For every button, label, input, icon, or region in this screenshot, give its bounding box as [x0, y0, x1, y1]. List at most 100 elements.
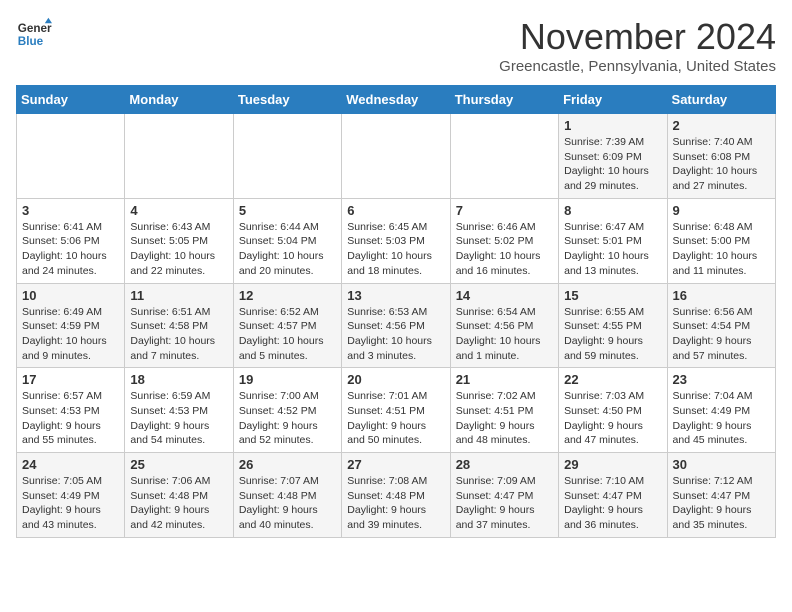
calendar-cell: 5 Sunrise: 6:44 AMSunset: 5:04 PMDaylight…: [233, 198, 341, 283]
calendar-cell: 3 Sunrise: 6:41 AMSunset: 5:06 PMDaylight…: [17, 198, 125, 283]
calendar-cell: 10 Sunrise: 6:49 AMSunset: 4:59 PMDayligh…: [17, 283, 125, 368]
day-number: 1: [564, 118, 661, 133]
day-info: Sunrise: 7:12 AMSunset: 4:47 PMDaylight:…: [673, 474, 770, 533]
day-number: 9: [673, 203, 770, 218]
day-info: Sunrise: 6:43 AMSunset: 5:05 PMDaylight:…: [130, 220, 227, 279]
title-block: November 2024 Greencastle, Pennsylvania,…: [499, 16, 776, 75]
day-info: Sunrise: 7:03 AMSunset: 4:50 PMDaylight:…: [564, 389, 661, 448]
day-info: Sunrise: 7:08 AMSunset: 4:48 PMDaylight:…: [347, 474, 444, 533]
day-info: Sunrise: 7:10 AMSunset: 4:47 PMDaylight:…: [564, 474, 661, 533]
day-info: Sunrise: 6:54 AMSunset: 4:56 PMDaylight:…: [456, 305, 553, 364]
day-info: Sunrise: 7:07 AMSunset: 4:48 PMDaylight:…: [239, 474, 336, 533]
calendar-cell: 12 Sunrise: 6:52 AMSunset: 4:57 PMDayligh…: [233, 283, 341, 368]
day-info: Sunrise: 7:39 AMSunset: 6:09 PMDaylight:…: [564, 135, 661, 194]
day-number: 20: [347, 372, 444, 387]
day-info: Sunrise: 7:05 AMSunset: 4:49 PMDaylight:…: [22, 474, 119, 533]
calendar-cell: 22 Sunrise: 7:03 AMSunset: 4:50 PMDayligh…: [559, 368, 667, 453]
day-number: 30: [673, 457, 770, 472]
page-header: General Blue General Blue November 2024 …: [16, 16, 776, 75]
day-info: Sunrise: 6:45 AMSunset: 5:03 PMDaylight:…: [347, 220, 444, 279]
day-info: Sunrise: 6:41 AMSunset: 5:06 PMDaylight:…: [22, 220, 119, 279]
calendar-cell: 19Sunrise: 7:00 AMSunset: 4:52 PMDayligh…: [233, 368, 341, 453]
logo: General Blue General Blue: [16, 16, 52, 52]
weekday-header: Sunday: [17, 86, 125, 114]
day-number: 28: [456, 457, 553, 472]
day-number: 10: [22, 288, 119, 303]
day-number: 21: [456, 372, 553, 387]
calendar-cell: [125, 114, 233, 199]
calendar-cell: 6 Sunrise: 6:45 AMSunset: 5:03 PMDaylight…: [342, 198, 450, 283]
weekday-header: Tuesday: [233, 86, 341, 114]
day-number: 26: [239, 457, 336, 472]
day-number: 4: [130, 203, 227, 218]
day-number: 13: [347, 288, 444, 303]
day-info: Sunrise: 7:04 AMSunset: 4:49 PMDaylight:…: [673, 389, 770, 448]
day-info: Sunrise: 7:09 AMSunset: 4:47 PMDaylight:…: [456, 474, 553, 533]
calendar-table: SundayMondayTuesdayWednesdayThursdayFrid…: [16, 85, 776, 538]
day-number: 5: [239, 203, 336, 218]
day-info: Sunrise: 6:51 AMSunset: 4:58 PMDaylight:…: [130, 305, 227, 364]
day-number: 7: [456, 203, 553, 218]
day-number: 6: [347, 203, 444, 218]
calendar-cell: 26 Sunrise: 7:07 AMSunset: 4:48 PMDayligh…: [233, 453, 341, 538]
calendar-cell: 4 Sunrise: 6:43 AMSunset: 5:05 PMDaylight…: [125, 198, 233, 283]
calendar-cell: 14Sunrise: 6:54 AMSunset: 4:56 PMDayligh…: [450, 283, 558, 368]
calendar-cell: 16 Sunrise: 6:56 AMSunset: 4:54 PMDayligh…: [667, 283, 775, 368]
day-info: Sunrise: 7:02 AMSunset: 4:51 PMDaylight:…: [456, 389, 553, 448]
calendar-cell: 24 Sunrise: 7:05 AMSunset: 4:49 PMDayligh…: [17, 453, 125, 538]
weekday-header: Wednesday: [342, 86, 450, 114]
day-number: 15: [564, 288, 661, 303]
day-number: 12: [239, 288, 336, 303]
day-info: Sunrise: 7:01 AMSunset: 4:51 PMDaylight:…: [347, 389, 444, 448]
day-info: Sunrise: 6:46 AMSunset: 5:02 PMDaylight:…: [456, 220, 553, 279]
month-title: November 2024: [499, 16, 776, 58]
day-number: 2: [673, 118, 770, 133]
day-number: 3: [22, 203, 119, 218]
calendar-cell: 18 Sunrise: 6:59 AMSunset: 4:53 PMDayligh…: [125, 368, 233, 453]
day-info: Sunrise: 6:47 AMSunset: 5:01 PMDaylight:…: [564, 220, 661, 279]
day-info: Sunrise: 6:56 AMSunset: 4:54 PMDaylight:…: [673, 305, 770, 364]
day-info: Sunrise: 6:57 AMSunset: 4:53 PMDaylight:…: [22, 389, 119, 448]
calendar-cell: 15Sunrise: 6:55 AMSunset: 4:55 PMDayligh…: [559, 283, 667, 368]
calendar-cell: [450, 114, 558, 199]
day-info: Sunrise: 6:48 AMSunset: 5:00 PMDaylight:…: [673, 220, 770, 279]
day-info: Sunrise: 7:06 AMSunset: 4:48 PMDaylight:…: [130, 474, 227, 533]
day-info: Sunrise: 6:49 AMSunset: 4:59 PMDaylight:…: [22, 305, 119, 364]
day-info: Sunrise: 7:00 AMSunset: 4:52 PMDaylight:…: [239, 389, 336, 448]
day-number: 18: [130, 372, 227, 387]
calendar-cell: 30 Sunrise: 7:12 AMSunset: 4:47 PMDayligh…: [667, 453, 775, 538]
calendar-cell: 28 Sunrise: 7:09 AMSunset: 4:47 PMDayligh…: [450, 453, 558, 538]
calendar-cell: [17, 114, 125, 199]
svg-text:Blue: Blue: [18, 35, 44, 48]
weekday-header: Thursday: [450, 86, 558, 114]
day-info: Sunrise: 6:44 AMSunset: 5:04 PMDaylight:…: [239, 220, 336, 279]
calendar-cell: 8Sunrise: 6:47 AMSunset: 5:01 PMDaylight…: [559, 198, 667, 283]
calendar-cell: 25Sunrise: 7:06 AMSunset: 4:48 PMDayligh…: [125, 453, 233, 538]
location-title: Greencastle, Pennsylvania, United States: [499, 58, 776, 75]
day-number: 23: [673, 372, 770, 387]
calendar-cell: [233, 114, 341, 199]
day-info: Sunrise: 6:59 AMSunset: 4:53 PMDaylight:…: [130, 389, 227, 448]
day-number: 11: [130, 288, 227, 303]
weekday-header: Friday: [559, 86, 667, 114]
calendar-cell: 2 Sunrise: 7:40 AMSunset: 6:08 PMDaylight…: [667, 114, 775, 199]
day-number: 24: [22, 457, 119, 472]
svg-text:General: General: [18, 22, 52, 35]
calendar-cell: 23 Sunrise: 7:04 AMSunset: 4:49 PMDayligh…: [667, 368, 775, 453]
calendar-cell: 21 Sunrise: 7:02 AMSunset: 4:51 PMDayligh…: [450, 368, 558, 453]
calendar-cell: 17Sunrise: 6:57 AMSunset: 4:53 PMDayligh…: [17, 368, 125, 453]
day-info: Sunrise: 6:53 AMSunset: 4:56 PMDaylight:…: [347, 305, 444, 364]
weekday-header: Saturday: [667, 86, 775, 114]
day-info: Sunrise: 7:40 AMSunset: 6:08 PMDaylight:…: [673, 135, 770, 194]
calendar-cell: [342, 114, 450, 199]
calendar-cell: 1 Sunrise: 7:39 AMSunset: 6:09 PMDaylight…: [559, 114, 667, 199]
calendar-cell: 13 Sunrise: 6:53 AMSunset: 4:56 PMDayligh…: [342, 283, 450, 368]
day-number: 29: [564, 457, 661, 472]
calendar-cell: 27 Sunrise: 7:08 AMSunset: 4:48 PMDayligh…: [342, 453, 450, 538]
calendar-cell: 20 Sunrise: 7:01 AMSunset: 4:51 PMDayligh…: [342, 368, 450, 453]
day-number: 16: [673, 288, 770, 303]
calendar-cell: 11 Sunrise: 6:51 AMSunset: 4:58 PMDayligh…: [125, 283, 233, 368]
day-number: 22: [564, 372, 661, 387]
day-info: Sunrise: 6:52 AMSunset: 4:57 PMDaylight:…: [239, 305, 336, 364]
day-number: 27: [347, 457, 444, 472]
